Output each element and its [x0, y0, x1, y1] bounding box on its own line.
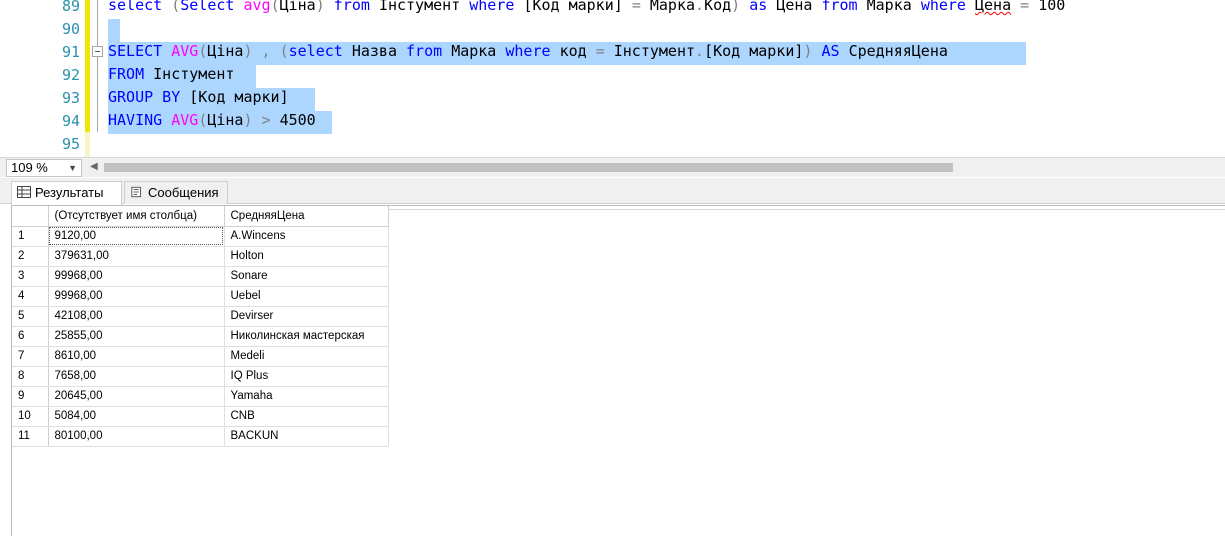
row-number-cell[interactable]: 4: [12, 286, 49, 307]
avg-value-cell[interactable]: 25855,00: [48, 326, 225, 347]
row-number-cell[interactable]: 2: [12, 246, 49, 267]
line-number: 93: [61, 89, 80, 107]
brand-name-cell[interactable]: Devirser: [224, 306, 389, 327]
row-number-cell[interactable]: 7: [12, 346, 49, 367]
avg-value-cell[interactable]: 99968,00: [48, 286, 225, 307]
sql-editor[interactable]: 89 90 91 92 93 94 95 select (Select avg(…: [0, 0, 1225, 157]
tab-messages-label: Сообщения: [148, 185, 219, 200]
outline-line: [97, 0, 98, 132]
selection-highlight: [108, 19, 120, 42]
brand-name-cell[interactable]: CNB: [224, 406, 389, 427]
brand-name-cell[interactable]: Николинская мастерская: [224, 326, 389, 347]
line-number: 95: [61, 135, 80, 153]
code-line-89[interactable]: select (Select avg(Ціна) from Інстумент …: [108, 0, 1065, 14]
chevron-down-icon[interactable]: ▼: [68, 160, 77, 176]
row-number-cell[interactable]: 5: [12, 306, 49, 327]
table-row[interactable]: 2 379631,00 Holton: [12, 246, 389, 267]
line-number: 89: [61, 0, 80, 15]
table-row[interactable]: 3 99968,00 Sonare: [12, 266, 389, 287]
avg-value-cell[interactable]: 80100,00: [48, 426, 225, 447]
scroll-left-icon[interactable]: ◀: [90, 161, 98, 172]
avg-value-cell[interactable]: 9120,00: [48, 226, 225, 247]
brand-name-cell[interactable]: IQ Plus: [224, 366, 389, 387]
row-number-cell[interactable]: 8: [12, 366, 49, 387]
message-icon: [131, 186, 141, 198]
table-row[interactable]: 8 7658,00 IQ Plus: [12, 366, 389, 387]
grid-divider: [388, 209, 1225, 210]
table-row[interactable]: 7 8610,00 Medeli: [12, 346, 389, 367]
table-row[interactable]: 1 9120,00 A.Wincens: [12, 226, 389, 247]
brand-name-cell[interactable]: BACKUN: [224, 426, 389, 447]
line-number: 94: [61, 112, 80, 130]
results-table: (Отсутствует имя столбца) СредняяЦена 19…: [12, 206, 389, 447]
avg-value-cell[interactable]: 379631,00: [48, 246, 225, 267]
zoom-value: 109 %: [11, 160, 48, 175]
table-row[interactable]: 11 80100,00 BACKUN: [12, 426, 389, 447]
row-number-cell[interactable]: 6: [12, 326, 49, 347]
avg-value-cell[interactable]: 99968,00: [48, 266, 225, 287]
row-number-cell[interactable]: 11: [12, 426, 49, 447]
brand-name-cell[interactable]: Holton: [224, 246, 389, 267]
brand-name-cell[interactable]: Sonare: [224, 266, 389, 287]
avg-value-cell[interactable]: 5084,00: [48, 406, 225, 427]
table-row[interactable]: 9 20645,00 Yamaha: [12, 386, 389, 407]
editor-status-strip: 109 % ▼ ◀: [0, 157, 1225, 177]
row-number-header[interactable]: [12, 206, 49, 227]
tab-results[interactable]: Результаты: [11, 181, 122, 205]
table-row[interactable]: 6 25855,00 Николинская мастерская: [12, 326, 389, 347]
column-header-avg-price[interactable]: СредняяЦена: [224, 206, 389, 227]
avg-value-cell[interactable]: 7658,00: [48, 366, 225, 387]
brand-name-cell[interactable]: Uebel: [224, 286, 389, 307]
row-number-cell[interactable]: 1: [12, 226, 49, 247]
table-row[interactable]: 5 42108,00 Devirser: [12, 306, 389, 327]
code-line-91[interactable]: SELECT AVG(Ціна) , (select Назва from Ма…: [108, 42, 948, 60]
code-line-93[interactable]: GROUP BY [Код марки]: [108, 88, 289, 106]
tab-messages[interactable]: Сообщения: [124, 181, 228, 204]
code-line-92[interactable]: FROM Інстумент: [108, 65, 234, 83]
table-header-row: (Отсутствует имя столбца) СредняяЦена: [12, 206, 389, 227]
line-number: 92: [61, 66, 80, 84]
avg-value-cell[interactable]: 20645,00: [48, 386, 225, 407]
row-number-cell[interactable]: 9: [12, 386, 49, 407]
avg-value-cell[interactable]: 8610,00: [48, 346, 225, 367]
line-number-gutter: 89 90 91 92 93 94 95: [0, 0, 85, 157]
brand-name-cell[interactable]: Yamaha: [224, 386, 389, 407]
code-line-94[interactable]: HAVING AVG(Ціна) > 4500: [108, 111, 316, 129]
column-header-avg[interactable]: (Отсутствует имя столбца): [48, 206, 225, 227]
collapse-icon[interactable]: [92, 46, 103, 57]
grid-icon: [17, 186, 31, 198]
results-tab-bar: Результаты Сообщения: [0, 178, 1225, 205]
zoom-select[interactable]: 109 % ▼: [6, 159, 82, 177]
line-number: 90: [61, 20, 80, 38]
brand-name-cell[interactable]: A.Wincens: [224, 226, 389, 247]
horizontal-scrollbar-thumb[interactable]: [104, 163, 953, 172]
table-row[interactable]: 10 5084,00 CNB: [12, 406, 389, 427]
row-number-cell[interactable]: 3: [12, 266, 49, 287]
tab-results-label: Результаты: [35, 185, 104, 200]
line-number: 91: [61, 43, 80, 61]
avg-value-cell[interactable]: 42108,00: [48, 306, 225, 327]
brand-name-cell[interactable]: Medeli: [224, 346, 389, 367]
unsaved-change-indicator: [85, 0, 90, 132]
table-row[interactable]: 4 99968,00 Uebel: [12, 286, 389, 307]
results-grid[interactable]: (Отсутствует имя столбца) СредняяЦена 19…: [0, 205, 1225, 536]
row-number-cell[interactable]: 10: [12, 406, 49, 427]
